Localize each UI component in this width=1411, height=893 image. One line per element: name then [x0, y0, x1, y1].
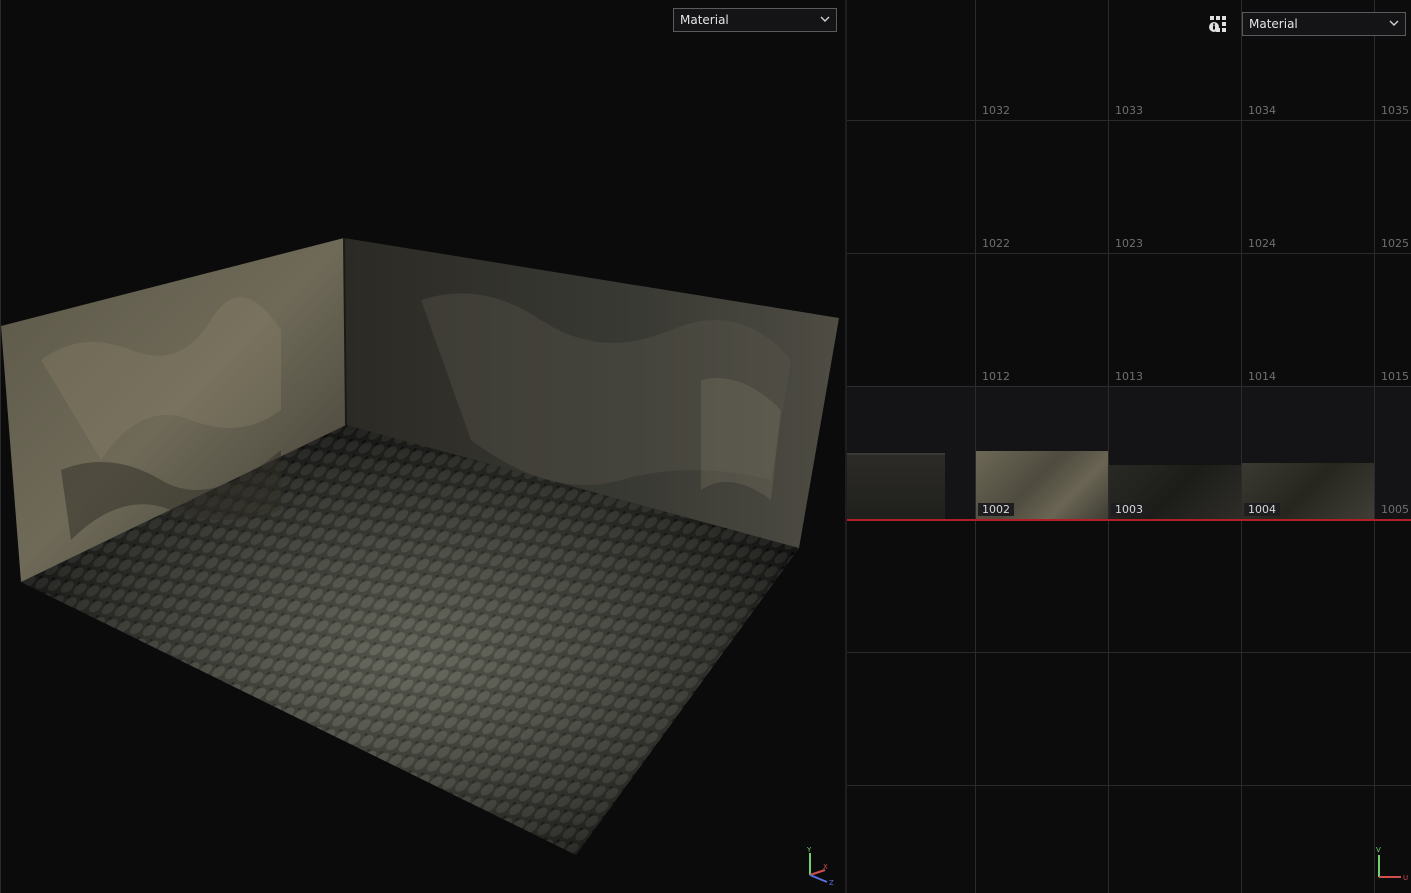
- grid-line: [1108, 0, 1109, 893]
- udim-label: 1014: [1248, 370, 1276, 383]
- dropdown-value: Material: [1249, 17, 1298, 31]
- udim-label: 1004: [1244, 503, 1280, 516]
- udim-label: 1024: [1248, 237, 1276, 250]
- udim-label: 1034: [1248, 104, 1276, 117]
- udim-label: 1002: [978, 503, 1014, 516]
- axis-z-label: Z: [829, 879, 834, 887]
- dropdown-value: Material: [680, 13, 729, 27]
- u-axis-line: [847, 519, 1411, 521]
- viewport-2d-mode-dropdown[interactable]: Material: [1242, 12, 1406, 36]
- grid-line: [847, 652, 1411, 653]
- grid-line: [847, 120, 1411, 121]
- viewport-3d[interactable]: Material Y X Z: [0, 0, 845, 893]
- udim-label: 1023: [1115, 237, 1143, 250]
- uv-island-1001[interactable]: [847, 453, 945, 521]
- chevron-down-icon: [820, 16, 830, 22]
- grid-line: [1241, 0, 1242, 893]
- grid-line: [847, 785, 1411, 786]
- scene-render[interactable]: [1, 0, 845, 893]
- udim-label: 1012: [982, 370, 1010, 383]
- axis-gizmo-3d: Y X Z: [806, 846, 834, 887]
- udim-label: 1003: [1111, 503, 1147, 516]
- grid-line: [1374, 0, 1375, 893]
- axis-x-label: X: [823, 863, 828, 871]
- app-window: Material Y X Z 1032 1033 1034 1035 1022 …: [0, 0, 1411, 893]
- udim-label: 1035: [1381, 104, 1409, 117]
- axis-u-label: U: [1403, 874, 1408, 882]
- udim-label: 1022: [982, 237, 1010, 250]
- grid-line: [975, 0, 976, 893]
- viewport-2d-uv[interactable]: 1032 1033 1034 1035 1022 1023 1024 1025 …: [847, 0, 1411, 893]
- grid-line: [847, 386, 1411, 387]
- axis-v-label: V: [1376, 846, 1381, 854]
- udim-label: 1013: [1115, 370, 1143, 383]
- udim-label: 1015: [1381, 370, 1409, 383]
- udim-label: 1032: [982, 104, 1010, 117]
- chevron-down-icon: [1389, 20, 1399, 26]
- axis-y-label: Y: [806, 846, 812, 854]
- udim-label: 1033: [1115, 104, 1143, 117]
- axis-gizmo-2d: V U: [1376, 846, 1408, 882]
- udim-label: 1025: [1381, 237, 1409, 250]
- grid-line: [847, 253, 1411, 254]
- viewport-3d-mode-dropdown[interactable]: Material: [673, 8, 837, 32]
- uv-settings-icon[interactable]: [1208, 14, 1228, 34]
- udim-label: 1005: [1381, 503, 1409, 516]
